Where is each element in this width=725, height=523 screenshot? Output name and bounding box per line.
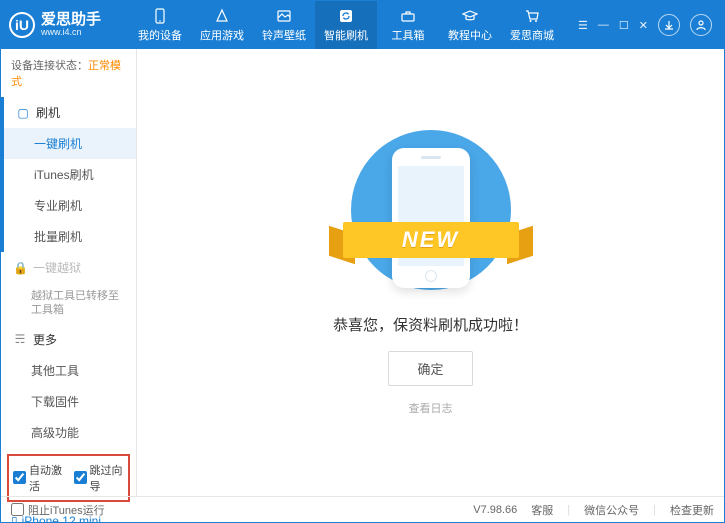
app-window: iU 爱思助手 www.i4.cn 我的设备 应用游戏 铃声壁纸 智能刷机	[0, 0, 725, 523]
nav-label: 铃声壁纸	[262, 27, 306, 43]
section-more[interactable]: ☴ 更多	[1, 324, 136, 355]
flash-section-icon: ▢	[16, 106, 30, 120]
nav-my-device[interactable]: 我的设备	[129, 1, 191, 49]
logo-icon: iU	[9, 12, 35, 38]
titlebar: iU 爱思助手 www.i4.cn 我的设备 应用游戏 铃声壁纸 智能刷机	[1, 1, 724, 49]
status-label: 设备连接状态：	[11, 60, 88, 72]
nav-label: 爱思商城	[510, 27, 554, 43]
section-title: 一键越狱	[33, 259, 81, 276]
nav-ringtones[interactable]: 铃声壁纸	[253, 1, 315, 49]
nav-apps[interactable]: 应用游戏	[191, 1, 253, 49]
toolbox-icon	[399, 7, 417, 25]
new-ribbon: NEW	[343, 222, 519, 258]
section-title: 刷机	[36, 104, 60, 121]
check-update-link[interactable]: 检查更新	[670, 502, 714, 518]
sidebar: 设备连接状态：正常模式 ▢ 刷机 一键刷机 iTunes刷机 专业刷机 批量刷机…	[1, 49, 137, 496]
options-box: 自动激活 跳过向导	[7, 454, 130, 502]
section-jailbreak[interactable]: 🔒 一键越狱	[1, 252, 136, 283]
nav-label: 智能刷机	[324, 27, 368, 43]
main-panel: NEW 恭喜您，保资料刷机成功啦！ 确定 查看日志	[137, 49, 724, 496]
phone-icon	[151, 7, 169, 25]
checkbox-label: 阻止iTunes运行	[28, 502, 105, 518]
nav-label: 应用游戏	[200, 27, 244, 43]
support-link[interactable]: 客服	[531, 502, 553, 518]
section-title: 更多	[33, 331, 57, 348]
sidebar-item-other-tools[interactable]: 其他工具	[1, 355, 136, 386]
window-controls: ☰ ― ☐ ✕	[578, 14, 716, 36]
more-icon: ☴	[13, 332, 27, 346]
nav-label: 我的设备	[138, 27, 182, 43]
user-icon[interactable]	[690, 14, 712, 36]
success-message: 恭喜您，保资料刷机成功啦！	[333, 314, 528, 335]
nav-store[interactable]: 爱思商城	[501, 1, 563, 49]
skip-guide-checkbox[interactable]: 跳过向导	[74, 462, 125, 494]
apps-icon	[213, 7, 231, 25]
sidebar-item-advanced[interactable]: 高级功能	[1, 417, 136, 448]
wallpaper-icon	[275, 7, 293, 25]
menu-icon[interactable]: ☰	[578, 19, 588, 32]
block-itunes-checkbox[interactable]: 阻止iTunes运行	[11, 502, 105, 518]
connection-status: 设备连接状态：正常模式	[1, 49, 136, 97]
nav-label: 工具箱	[392, 27, 425, 43]
sidebar-item-oneclick-flash[interactable]: 一键刷机	[4, 128, 136, 159]
ok-button[interactable]: 确定	[388, 351, 472, 386]
sidebar-item-pro-flash[interactable]: 专业刷机	[4, 190, 136, 221]
checkbox-label: 自动激活	[29, 462, 64, 494]
checkbox-label: 跳过向导	[90, 462, 125, 494]
close-icon[interactable]: ✕	[639, 19, 648, 32]
maximize-icon[interactable]: ☐	[619, 19, 629, 32]
success-illustration: NEW	[341, 130, 521, 300]
sidebar-item-itunes-flash[interactable]: iTunes刷机	[4, 159, 136, 190]
lock-icon: 🔒	[13, 261, 27, 275]
cart-icon	[523, 7, 541, 25]
refresh-icon	[337, 7, 355, 25]
view-log-link[interactable]: 查看日志	[409, 400, 453, 416]
graduation-icon	[461, 7, 479, 25]
version-label: V7.98.66	[473, 504, 517, 516]
nav-flash[interactable]: 智能刷机	[315, 1, 377, 49]
section-flash[interactable]: ▢ 刷机	[4, 97, 136, 128]
brand-name: 爱思助手	[41, 12, 101, 29]
minimize-icon[interactable]: ―	[598, 19, 609, 31]
nav-toolbox[interactable]: 工具箱	[377, 1, 439, 49]
top-nav: 我的设备 应用游戏 铃声壁纸 智能刷机 工具箱 教程中心	[129, 1, 578, 49]
wechat-link[interactable]: 微信公众号	[584, 502, 639, 518]
nav-label: 教程中心	[448, 27, 492, 43]
sidebar-item-batch-flash[interactable]: 批量刷机	[4, 221, 136, 252]
auto-activate-checkbox[interactable]: 自动激活	[13, 462, 64, 494]
brand-url: www.i4.cn	[41, 28, 101, 38]
statusbar: 阻止iTunes运行 V7.98.66 客服| 微信公众号| 检查更新	[1, 496, 724, 522]
nav-tutorials[interactable]: 教程中心	[439, 1, 501, 49]
brand: iU 爱思助手 www.i4.cn	[9, 12, 129, 38]
sidebar-item-download-firmware[interactable]: 下载固件	[1, 386, 136, 417]
jailbreak-note: 越狱工具已转移至工具箱	[1, 283, 136, 324]
download-icon[interactable]	[658, 14, 680, 36]
